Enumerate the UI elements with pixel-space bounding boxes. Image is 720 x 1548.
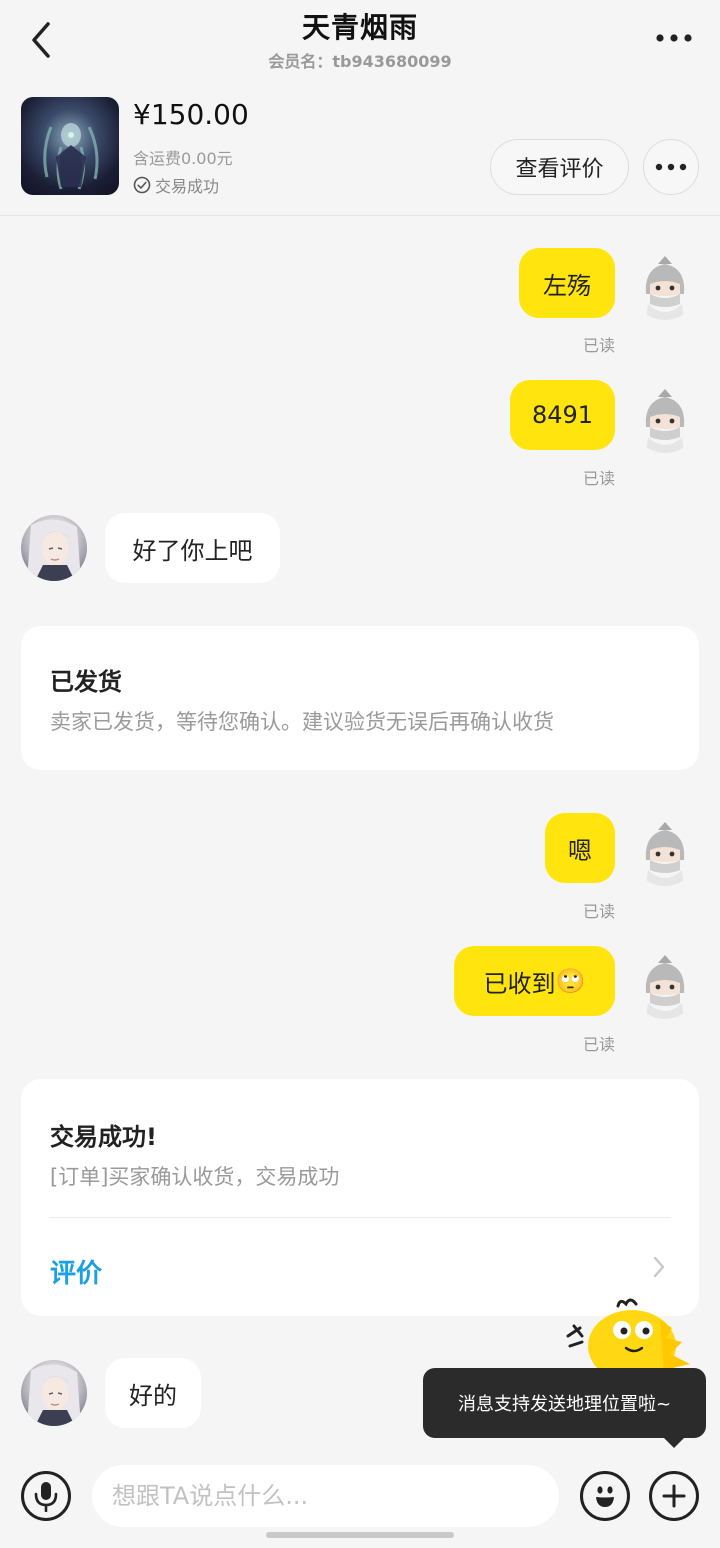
fish-mascot (560, 1298, 700, 1382)
member-name: 会员名：tb943680099 (268, 52, 452, 71)
trade-status: 交易成功 (133, 173, 219, 197)
seller-portrait-icon (27, 519, 81, 581)
my-message-bubble[interactable]: 已收到 🙄 (454, 946, 615, 1016)
my-message-bubble[interactable]: 8491 (510, 380, 615, 450)
shipping-fee: 含运费0.00元 (133, 149, 233, 168)
plus-icon (662, 1484, 686, 1508)
seller-portrait-icon (27, 1364, 81, 1426)
read-status: 已读 (583, 469, 616, 488)
my-avatar[interactable] (632, 387, 698, 453)
microphone-icon (34, 1482, 58, 1512)
read-status: 已读 (583, 1035, 616, 1054)
seller-message-bubble[interactable]: 好的 (105, 1358, 201, 1428)
my-avatar[interactable] (632, 254, 698, 320)
message-text: 已收到 (483, 969, 556, 998)
shipped-card-text: 卖家已发货，等待您确认。建议验货无误后再确认收货 (50, 710, 554, 734)
tooltip-arrow (662, 1436, 686, 1448)
success-card-text: [订单]买家确认收货，交易成功 (50, 1165, 340, 1189)
smiley-face-icon (596, 1486, 614, 1507)
trade-status-label: 交易成功 (155, 177, 220, 196)
voice-button[interactable] (21, 1471, 71, 1521)
chat-title: 天青烟雨 (301, 11, 418, 44)
my-message-bubble[interactable]: 嗯 (545, 813, 615, 883)
home-indicator[interactable] (266, 1532, 454, 1538)
ninja-avatar-icon (632, 387, 698, 453)
product-image-art (43, 123, 99, 190)
chevron-right-icon (653, 1256, 665, 1278)
seller-message-bubble[interactable]: 好了你上吧 (105, 513, 280, 583)
chat-header: 天青烟雨 会员名：tb943680099 (0, 0, 720, 80)
my-message-bubble[interactable]: 左殇 (519, 248, 615, 318)
card-divider (49, 1217, 671, 1218)
shipped-card-title: 已发货 (50, 668, 122, 696)
more-horizontal-icon (656, 34, 692, 42)
trade-success-card: 交易成功! [订单]买家确认收货，交易成功 评价 (21, 1079, 699, 1316)
ninja-avatar-icon (632, 953, 698, 1019)
ninja-avatar-icon (632, 820, 698, 886)
view-review-button[interactable]: 查看评价 (490, 139, 629, 195)
product-price: ¥150.00 (133, 98, 249, 131)
seller-avatar[interactable] (21, 515, 87, 581)
product-more-button[interactable] (643, 139, 699, 195)
rolling-eyes-emoji-icon: 🙄 (555, 967, 586, 995)
yellow-fish-mascot-icon (566, 1298, 690, 1382)
my-avatar[interactable] (632, 820, 698, 886)
emoji-button[interactable] (580, 1471, 630, 1521)
product-thumbnail[interactable] (21, 97, 119, 195)
review-chevron[interactable] (651, 1255, 667, 1279)
more-horizontal-icon (655, 163, 687, 171)
more-options-button[interactable] (654, 26, 694, 50)
check-circle-icon (133, 176, 151, 194)
ninja-avatar-icon (632, 254, 698, 320)
shipped-notice-card: 已发货 卖家已发货，等待您确认。建议验货无误后再确认收货 (21, 626, 699, 770)
success-card-title: 交易成功! (50, 1123, 157, 1151)
read-status: 已读 (583, 902, 616, 921)
message-input[interactable] (92, 1465, 559, 1527)
product-card: ¥150.00 含运费0.00元 交易成功 查看评价 (0, 80, 720, 216)
read-status: 已读 (583, 336, 616, 355)
more-actions-button[interactable] (649, 1471, 699, 1521)
review-link[interactable]: 评价 (50, 1253, 102, 1290)
my-avatar[interactable] (632, 953, 698, 1019)
seller-avatar[interactable] (21, 1360, 87, 1426)
location-tip-tooltip[interactable]: 消息支持发送地理位置啦~ (423, 1368, 706, 1438)
